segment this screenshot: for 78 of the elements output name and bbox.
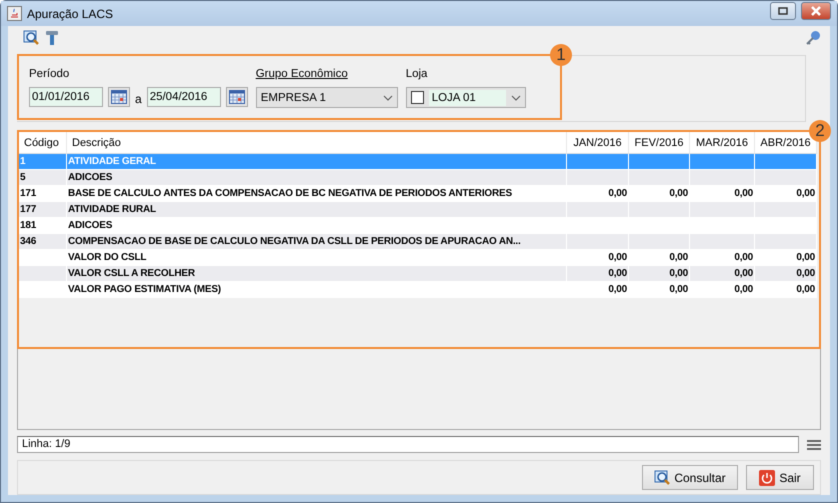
app-icon xyxy=(7,6,22,21)
range-separator: a xyxy=(135,92,142,106)
field-label: Grupo Econômico xyxy=(256,68,349,82)
restore-button[interactable] xyxy=(770,2,796,20)
hammer-icon[interactable] xyxy=(45,30,59,46)
table-cell[interactable]: 177 xyxy=(19,202,67,218)
date-field[interactable]: 25/04/2016 xyxy=(146,87,221,107)
table-cell[interactable] xyxy=(19,282,67,298)
table-cell[interactable]: 0,00 xyxy=(629,282,690,298)
table-cell[interactable] xyxy=(755,154,817,170)
column-header[interactable]: JAN/2016 xyxy=(567,132,629,154)
table-cell[interactable]: 0,00 xyxy=(755,250,817,266)
table-cell[interactable]: 0,00 xyxy=(690,186,755,202)
table-cell[interactable]: ADICOES xyxy=(67,170,567,186)
table-cell[interactable] xyxy=(567,170,629,186)
calendar-icon xyxy=(228,90,245,104)
table-cell[interactable]: 0,00 xyxy=(567,266,629,282)
column-header[interactable]: FEV/2016 xyxy=(629,132,690,154)
chevron-down-icon xyxy=(510,94,521,100)
table-cell[interactable]: 0,00 xyxy=(629,266,690,282)
table-cell[interactable] xyxy=(567,154,629,170)
table-cell[interactable]: 0,00 xyxy=(629,186,690,202)
table-cell[interactable]: 346 xyxy=(19,234,67,250)
field-label: Loja xyxy=(406,68,428,82)
table-cell[interactable] xyxy=(629,154,690,170)
table-cell[interactable] xyxy=(19,250,67,266)
close-button[interactable] xyxy=(801,2,831,20)
search-icon xyxy=(654,470,670,486)
table-cell[interactable]: 0,00 xyxy=(755,186,817,202)
table-cell[interactable]: ADICOES xyxy=(67,218,567,234)
calendar-button[interactable] xyxy=(108,87,130,107)
table-cell[interactable]: 0,00 xyxy=(755,266,817,282)
callout-badge: 2 xyxy=(809,120,831,142)
table-cell[interactable]: 0,00 xyxy=(567,186,629,202)
table-cell[interactable]: 0,00 xyxy=(567,250,629,266)
group-dropdown[interactable]: EMPRESA 1 xyxy=(256,87,398,108)
exit-button[interactable]: Sair xyxy=(746,465,814,490)
table-cell[interactable]: 5 xyxy=(19,170,67,186)
table-cell[interactable]: 181 xyxy=(19,218,67,234)
table-cell[interactable]: 0,00 xyxy=(690,282,755,298)
field-label: Período xyxy=(29,68,70,82)
power-icon xyxy=(759,470,776,486)
column-header[interactable]: Código xyxy=(19,132,67,154)
callout-badge: 1 xyxy=(550,44,572,66)
column-header[interactable]: ABR/2016 xyxy=(755,132,817,154)
table-cell[interactable]: VALOR CSLL A RECOLHER xyxy=(67,266,567,282)
column-header[interactable]: MAR/2016 xyxy=(690,132,755,154)
column-header[interactable]: Descrição xyxy=(67,132,567,154)
table-cell[interactable]: BASE DE CALCULO ANTES DA COMPENSACAO DE BC NEGATIVA DE PERIODOS ANTERIORES xyxy=(67,186,567,202)
date-field[interactable]: 01/01/2016 xyxy=(29,87,103,107)
window-title: Apuração LACS xyxy=(27,6,114,20)
consult-button[interactable]: Consultar xyxy=(642,465,738,490)
store-dropdown[interactable]: LOJA 01 xyxy=(406,87,526,108)
table-cell[interactable]: 0,00 xyxy=(567,282,629,298)
table-cell[interactable] xyxy=(629,170,690,186)
menu-icon[interactable] xyxy=(807,438,821,450)
key-icon[interactable] xyxy=(805,30,821,46)
checkbox[interactable] xyxy=(410,91,424,104)
table-cell[interactable]: 171 xyxy=(19,186,67,202)
table-cell[interactable]: ATIVIDADE RURAL xyxy=(67,202,567,218)
table-cell[interactable]: VALOR DO CSLL xyxy=(67,250,567,266)
table-cell[interactable]: 0,00 xyxy=(755,282,817,298)
calendar-icon xyxy=(111,90,127,104)
table-cell[interactable]: VALOR PAGO ESTIMATIVA (MES) xyxy=(67,282,567,298)
table-cell[interactable] xyxy=(755,170,817,186)
table-cell[interactable] xyxy=(690,170,755,186)
restore-icon xyxy=(778,6,788,14)
table-cell[interactable]: COMPENSACAO DE BASE DE CALCULO NEGATIVA DA CSLL DE PERIODOS DE APURACAO AN... xyxy=(67,234,567,250)
close-icon xyxy=(810,6,822,16)
table-cell[interactable]: 0,00 xyxy=(690,266,755,282)
status-field: Linha: 1/9 xyxy=(17,436,799,453)
table-cell[interactable]: 0,00 xyxy=(629,250,690,266)
calendar-button[interactable] xyxy=(226,87,248,107)
chevron-down-icon xyxy=(382,94,393,100)
table-cell[interactable] xyxy=(19,266,67,282)
search-icon[interactable] xyxy=(23,30,39,46)
table-cell[interactable] xyxy=(690,154,755,170)
table-cell[interactable]: 0,00 xyxy=(690,250,755,266)
